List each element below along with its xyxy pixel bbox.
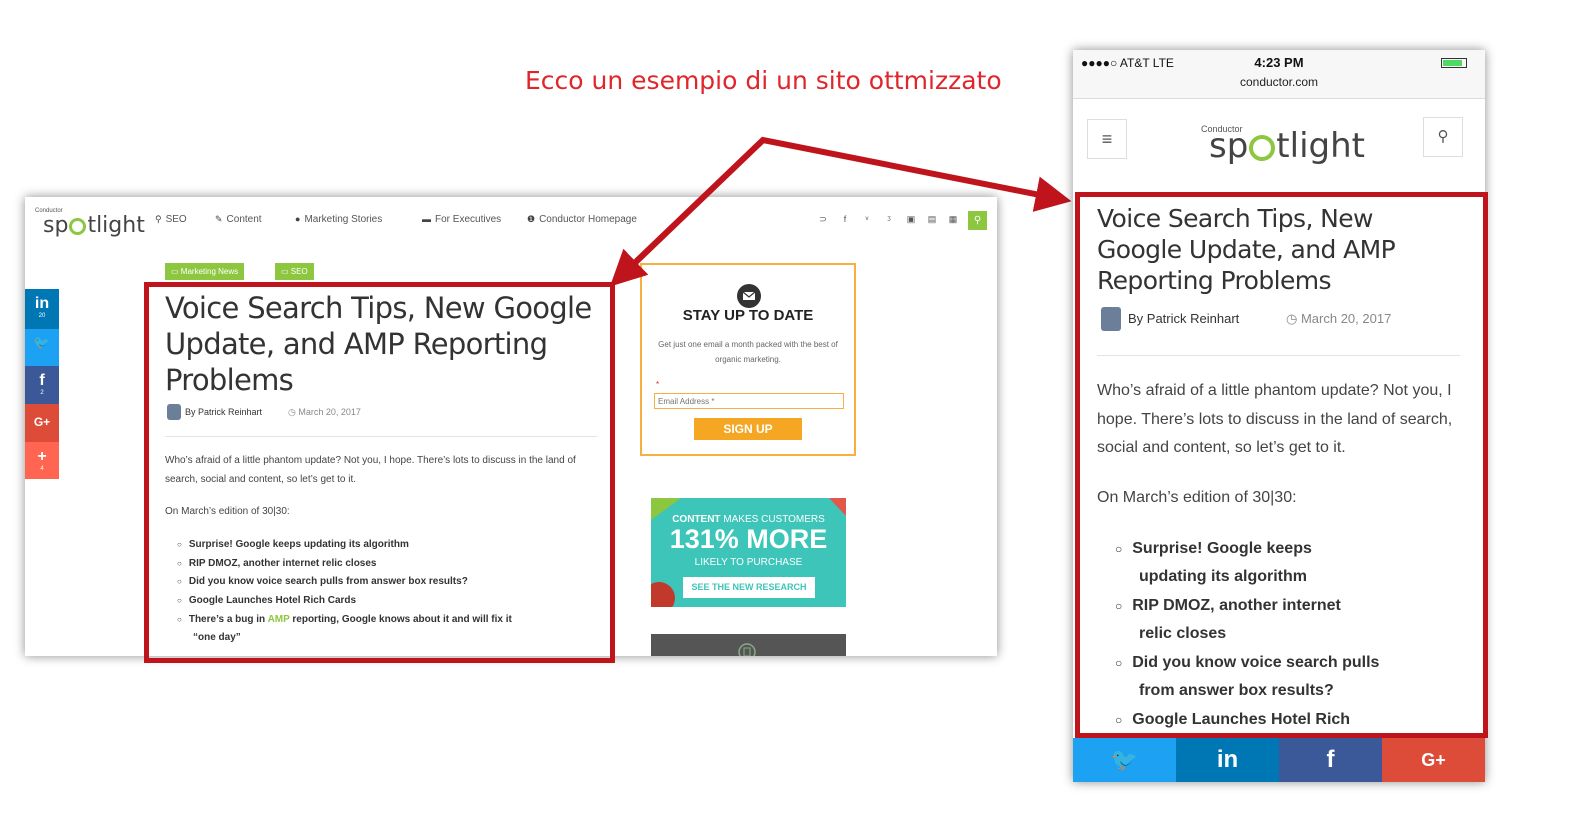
- mobile-share-twitter-button[interactable]: 🐦: [1073, 738, 1176, 782]
- highlight-box-mobile: [1075, 192, 1488, 738]
- address-bar[interactable]: conductor.com: [1073, 75, 1485, 89]
- arrow-to-desktop: [609, 137, 766, 287]
- clock-time: 4:23 PM: [1254, 55, 1304, 70]
- google-plus-icon: G+: [1421, 750, 1446, 770]
- ios-status-bar: ●●●●○ AT&T LTE 4:23 PM conductor.com: [1073, 50, 1485, 99]
- mobile-search-button[interactable]: ⚲: [1423, 117, 1463, 157]
- logo-word-b: tlight: [1276, 126, 1365, 166]
- mobile-site-logo[interactable]: Conductor sp tlight: [1193, 122, 1373, 168]
- mobile-share-google-plus-button[interactable]: G+: [1382, 738, 1485, 782]
- linkedin-icon: in: [1216, 746, 1239, 773]
- mobile-share-linkedin-button[interactable]: in: [1176, 738, 1279, 782]
- facebook-icon: f: [1326, 746, 1335, 773]
- twitter-icon: 🐦: [1110, 747, 1139, 772]
- logo-o-icon: [1249, 134, 1276, 161]
- mobile-share-facebook-button[interactable]: f: [1279, 738, 1382, 782]
- arrow-to-phone: [612, 136, 1072, 285]
- battery-icon: [1441, 58, 1467, 68]
- hamburger-menu-button[interactable]: ≡: [1087, 119, 1127, 159]
- logo-word-a: sp: [1209, 126, 1249, 166]
